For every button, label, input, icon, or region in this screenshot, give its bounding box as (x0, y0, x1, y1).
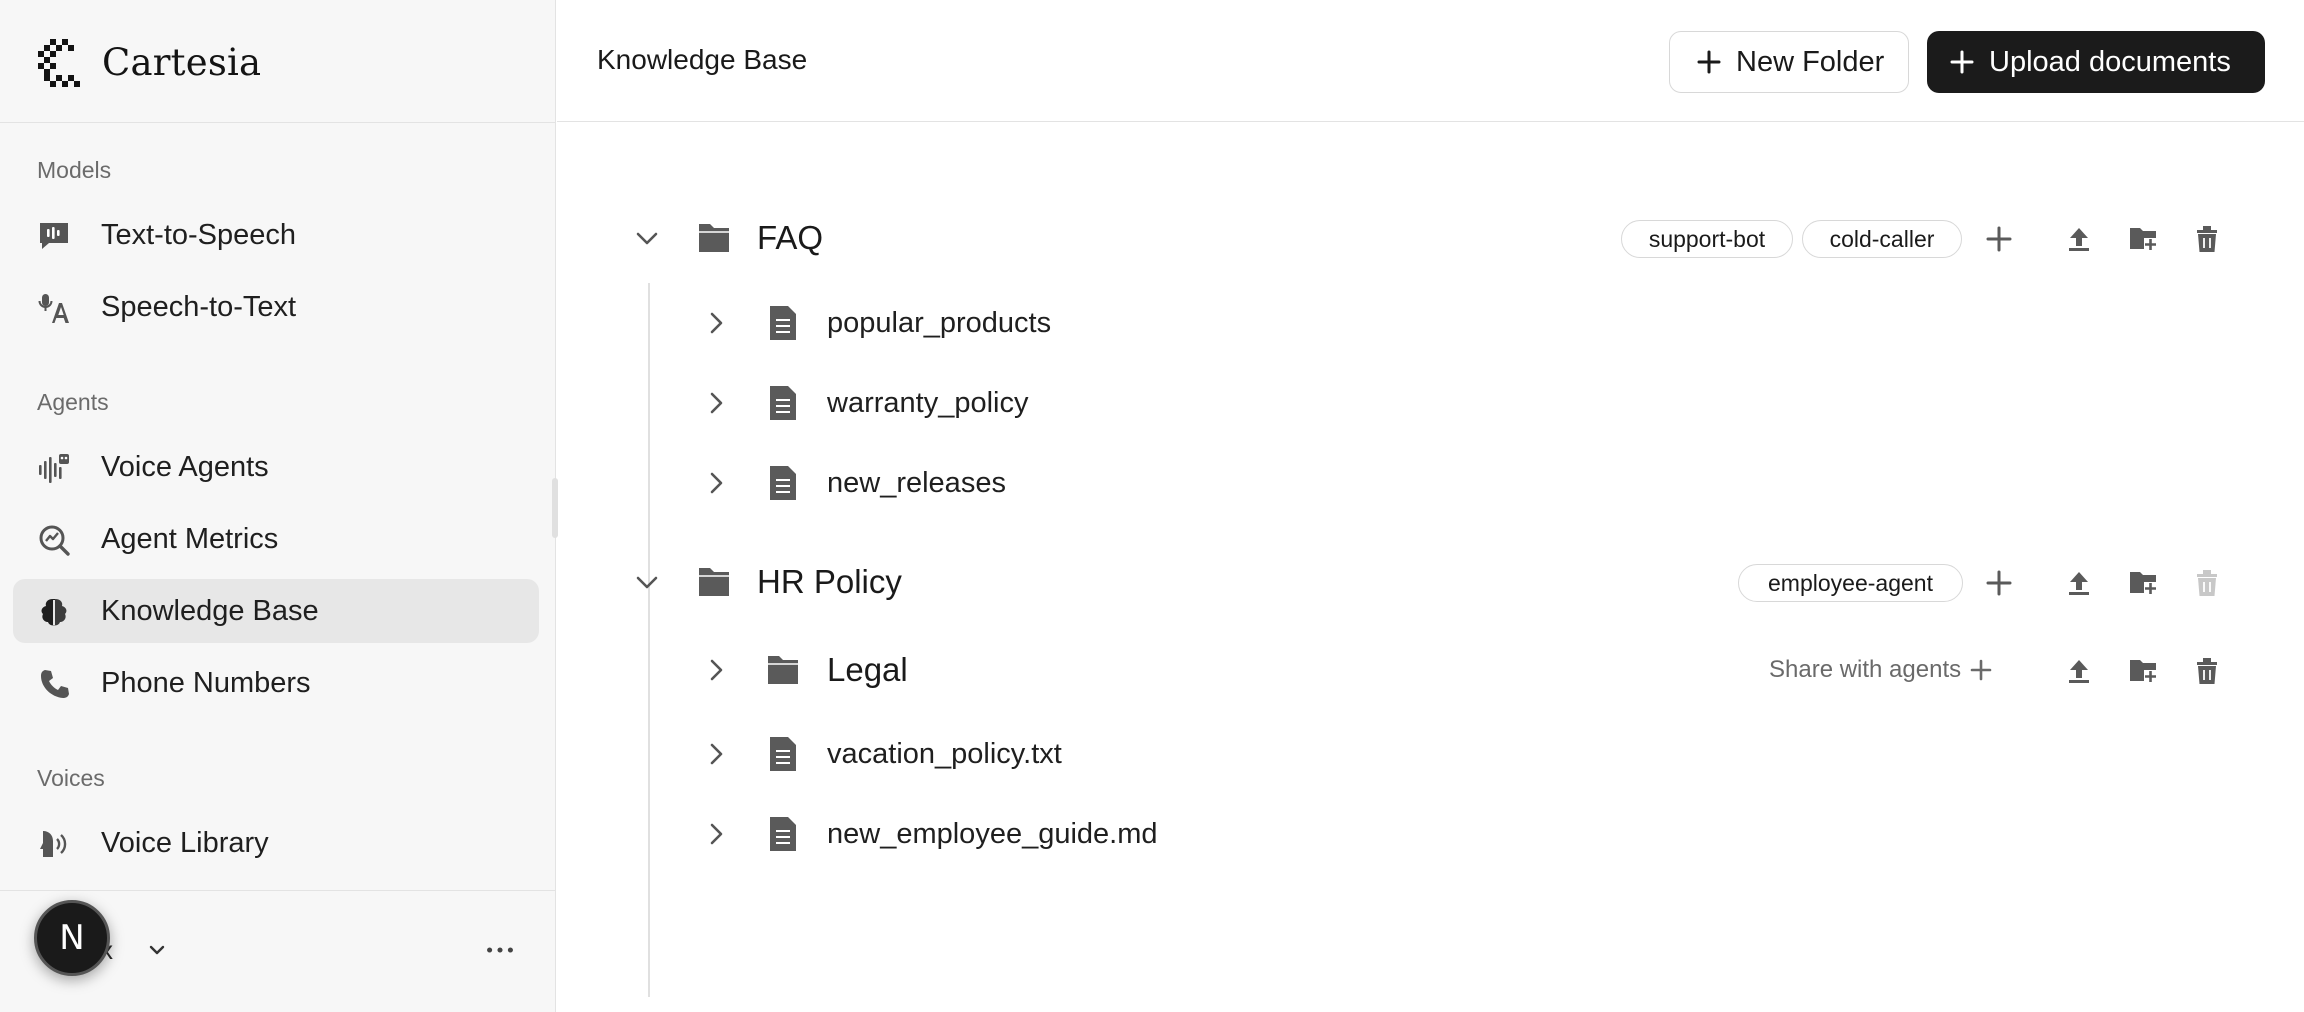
sidebar-item-voice-agents[interactable]: Voice Agents (13, 435, 539, 499)
chevron-down-icon[interactable] (632, 567, 662, 597)
agent-tag[interactable]: cold-caller (1802, 220, 1962, 258)
sidebar-item-label: Phone Numbers (101, 666, 311, 699)
file-row[interactable]: new_employee_guide.md (557, 798, 2304, 870)
section-label-models: Models (37, 157, 112, 183)
sidebar-item-text-to-speech[interactable]: Text-to-Speech (13, 203, 539, 267)
new-folder-label: New Folder (1736, 45, 1885, 78)
page-header: Knowledge Base New Folder Upload documen… (557, 0, 2304, 122)
folder-row-hr-policy[interactable]: HR Policy employee-agent (557, 546, 2304, 618)
folder-name: FAQ (757, 219, 824, 256)
speech-bubble-waveform-icon (37, 219, 71, 253)
file-row[interactable]: new_releases (557, 447, 2304, 519)
sidebar-item-label: Speech-to-Text (101, 290, 297, 323)
new-folder-button[interactable]: New Folder (1669, 31, 1909, 93)
share-plus-icon[interactable] (1982, 222, 2016, 256)
new-subfolder-icon[interactable] (2126, 566, 2160, 600)
page-title: Knowledge Base (597, 44, 808, 75)
trash-icon (2190, 566, 2224, 600)
trash-icon[interactable] (2190, 222, 2224, 256)
voice-library-icon (37, 827, 71, 861)
upload-icon[interactable] (2062, 222, 2096, 256)
chevron-right-icon[interactable] (701, 655, 731, 685)
plus-icon (1950, 50, 1974, 74)
upload-icon[interactable] (2062, 654, 2096, 688)
metrics-search-icon (37, 523, 71, 557)
chevron-right-icon[interactable] (701, 308, 731, 338)
microphone-text-icon (37, 291, 71, 325)
sidebar-item-label: Agent Metrics (101, 522, 279, 555)
trash-icon[interactable] (2190, 654, 2224, 688)
share-with-agents-label: Share with agents (1769, 656, 1962, 683)
file-row[interactable]: vacation_policy.txt (557, 718, 2304, 790)
folder-row-faq[interactable]: FAQ support-bot cold-caller (557, 202, 2304, 274)
chevron-right-icon[interactable] (701, 819, 731, 849)
brand-logo[interactable]: Cartesia (36, 36, 261, 88)
section-label-agents: Agents (37, 389, 109, 415)
file-row[interactable]: warranty_policy (557, 367, 2304, 439)
sidebar-item-label: Voice Library (101, 826, 269, 859)
sidebar-item-speech-to-text[interactable]: Speech-to-Text (13, 275, 539, 339)
agent-tag[interactable]: employee-agent (1738, 564, 1963, 602)
plus-icon (1697, 50, 1721, 74)
file-name: popular_products (827, 307, 1052, 339)
sidebar: Cartesia Models Text-to-Speech Speech-to… (0, 0, 556, 1012)
knowledge-base-tree: FAQ support-bot cold-caller popular_prod… (557, 123, 2304, 1012)
more-options-icon[interactable] (482, 935, 518, 965)
chevron-down-icon[interactable] (632, 223, 662, 253)
file-name: new_employee_guide.md (827, 818, 1158, 850)
folder-icon (697, 218, 731, 256)
sidebar-item-label: Voice Agents (101, 450, 269, 483)
upload-documents-button[interactable]: Upload documents (1927, 31, 2265, 93)
document-icon (766, 464, 800, 502)
brand-name: Cartesia (102, 40, 262, 84)
share-with-agents-button[interactable]: Share with agents (1769, 656, 1993, 684)
folder-icon (697, 562, 731, 600)
document-icon (766, 815, 800, 853)
document-icon (766, 304, 800, 342)
share-plus-icon[interactable] (1982, 566, 2016, 600)
waveform-agent-icon (37, 451, 71, 485)
phone-icon (37, 667, 71, 701)
sidebar-item-label: Knowledge Base (101, 594, 319, 627)
chevron-down-icon[interactable] (146, 939, 168, 961)
sidebar-divider (0, 122, 556, 123)
sidebar-item-voice-library[interactable]: Voice Library (13, 811, 539, 875)
folder-name: HR Policy (757, 563, 902, 600)
section-label-voices: Voices (37, 765, 105, 791)
new-subfolder-icon[interactable] (2126, 222, 2160, 256)
file-name: warranty_policy (827, 387, 1029, 419)
upload-icon[interactable] (2062, 566, 2096, 600)
avatar[interactable]: N (34, 900, 110, 976)
chevron-right-icon[interactable] (701, 388, 731, 418)
sidebar-item-agent-metrics[interactable]: Agent Metrics (13, 507, 539, 571)
folder-name: Legal (827, 651, 908, 688)
sidebar-item-knowledge-base[interactable]: Knowledge Base (13, 579, 539, 643)
document-icon (766, 384, 800, 422)
document-icon (766, 735, 800, 773)
file-name: new_releases (827, 467, 1006, 499)
agent-tag[interactable]: support-bot (1621, 220, 1793, 258)
cartesia-logo-icon (38, 39, 80, 87)
upload-documents-label: Upload documents (1989, 45, 2231, 78)
chevron-right-icon[interactable] (701, 739, 731, 769)
new-subfolder-icon[interactable] (2126, 654, 2160, 688)
sidebar-item-label: Text-to-Speech (101, 218, 297, 251)
file-name: vacation_policy.txt (827, 738, 1062, 770)
plus-icon (1970, 659, 1992, 681)
sidebar-item-phone-numbers[interactable]: Phone Numbers (13, 651, 539, 715)
knowledge-base-icon (37, 595, 71, 629)
subfolder-row-legal[interactable]: Legal Share with agents (557, 634, 2304, 706)
chevron-right-icon[interactable] (701, 468, 731, 498)
folder-icon (766, 650, 800, 688)
file-row[interactable]: popular_products (557, 287, 2304, 359)
